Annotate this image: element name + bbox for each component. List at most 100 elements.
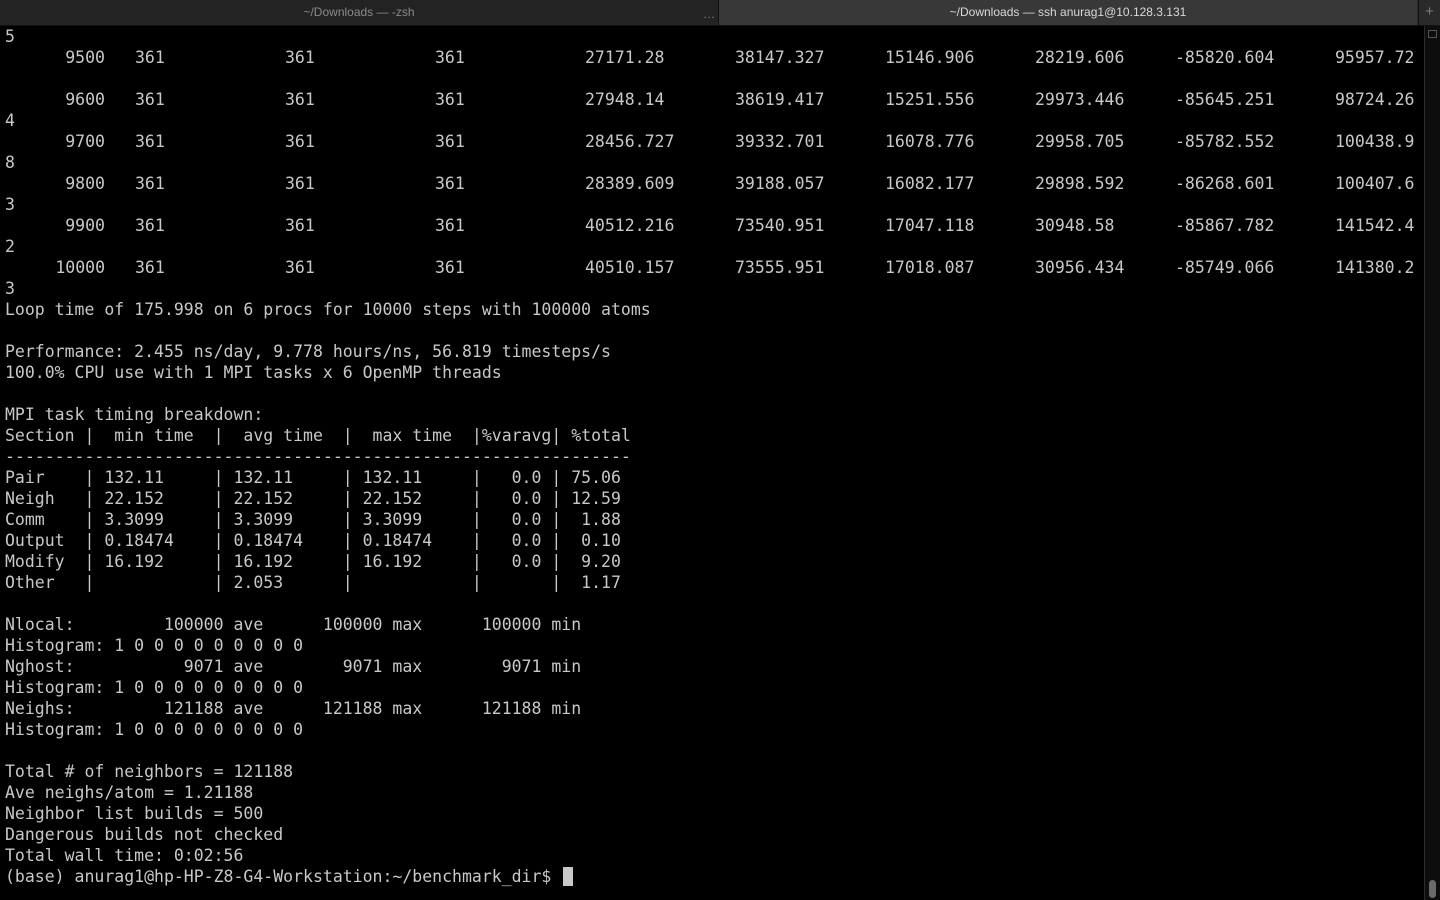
wrapped-digit: 8 xyxy=(5,153,15,172)
thermo-cell-v3: 17018.087 xyxy=(885,258,975,277)
thermo-cell-v5: -85749.066 xyxy=(1175,258,1275,277)
thermo-row: 9500 361 361 361 27171.28 38147.327 15146.906 2… xyxy=(5,47,1414,68)
output-line: Neighs: 121188 ave 121188 max 121188 min xyxy=(5,699,582,718)
thermo-cell-v6: 141380.2 xyxy=(1335,258,1415,277)
output-line: Histogram: 1 0 0 0 0 0 0 0 0 0 xyxy=(5,678,304,697)
thermo-cell-c3: 361 xyxy=(435,258,465,277)
thermo-cell-v6: 95957.72 xyxy=(1335,48,1415,67)
scrollbar[interactable] xyxy=(1424,26,1440,900)
thermo-cell-v4: 29958.705 xyxy=(1035,132,1125,151)
thermo-cell-v2: 73540.951 xyxy=(735,216,825,235)
output-line: Dangerous builds not checked xyxy=(5,825,284,844)
wrapped-digit: 2 xyxy=(5,237,15,256)
thermo-row: 10000 361 361 361 40510.157 73555.951 17018.08… xyxy=(5,257,1414,278)
output-line: Neigh | 22.152 | 22.152 | 22.152 | 0.0 |… xyxy=(5,489,621,508)
thermo-cell-step: 9500 xyxy=(65,48,105,67)
thermo-cell-v1: 27171.28 xyxy=(585,48,665,67)
thermo-cell-step: 9700 xyxy=(65,132,105,151)
scrollbar-thumb[interactable] xyxy=(1429,880,1436,898)
thermo-cell-v1: 28456.727 xyxy=(585,132,675,151)
thermo-cell-v3: 16082.177 xyxy=(885,174,975,193)
prompt-text: (base) anurag1@hp-HP-Z8-G4-Workstation:~… xyxy=(5,867,562,886)
terminal-output[interactable]: 5 9500 361 361 361 27171.28 38147.327 15146.906… xyxy=(0,26,1424,900)
output-line: Section | min time | avg time | max time… xyxy=(5,426,631,445)
wrapped-digit xyxy=(5,68,651,89)
thermo-cell-v1: 27948.14 xyxy=(585,90,665,109)
shell-prompt[interactable]: (base) anurag1@hp-HP-Z8-G4-Workstation:~… xyxy=(5,866,651,887)
output-line: Pair | 132.11 | 132.11 | 132.11 | 0.0 | … xyxy=(5,468,621,487)
thermo-cell-step: 10000 xyxy=(55,258,105,277)
thermo-cell-v4: 29898.592 xyxy=(1035,174,1125,193)
text-cursor xyxy=(563,867,574,886)
thermo-cell-c3: 361 xyxy=(435,90,465,109)
wrapped-digit: 3 xyxy=(5,195,15,214)
output-line: Total # of neighbors = 121188 xyxy=(5,762,294,781)
thermo-cell-c1: 361 xyxy=(135,90,165,109)
output-line: ----------------------------------------… xyxy=(5,447,631,466)
thermo-cell-v2: 73555.951 xyxy=(735,258,825,277)
scroll-indicator-icon xyxy=(1428,30,1437,38)
tab-bar: ~/Downloads — -zsh … ~/Downloads — ssh a… xyxy=(0,0,1440,26)
thermo-cell-v2: 39188.057 xyxy=(735,174,825,193)
thermo-cell-c2: 361 xyxy=(285,132,315,151)
thermo-cell-c2: 361 xyxy=(285,216,315,235)
thermo-cell-c3: 361 xyxy=(435,132,465,151)
thermo-cell-step: 9800 xyxy=(65,174,105,193)
output-line: MPI task timing breakdown: xyxy=(5,405,264,424)
thermo-cell-v6: 141542.4 xyxy=(1335,216,1415,235)
thermo-cell-v5: -85645.251 xyxy=(1175,90,1275,109)
output-line: Histogram: 1 0 0 0 0 0 0 0 0 0 xyxy=(5,636,304,655)
thermo-cell-v2: 39332.701 xyxy=(735,132,825,151)
terminal-lines: 5 9500 361 361 361 27171.28 38147.327 15146.906… xyxy=(5,26,1414,887)
thermo-cell-v3: 15146.906 xyxy=(885,48,975,67)
wrapped-digit: 3 xyxy=(5,279,15,298)
thermo-cell-v4: 28219.606 xyxy=(1035,48,1125,67)
thermo-row: 9900 361 361 361 40512.216 73540.951 17047.118… xyxy=(5,215,1414,236)
thermo-cell-v5: -86268.601 xyxy=(1175,174,1275,193)
thermo-cell-v1: 28389.609 xyxy=(585,174,675,193)
thermo-cell-v2: 38147.327 xyxy=(735,48,825,67)
thermo-cell-v6: 100438.9 xyxy=(1335,132,1415,151)
thermo-cell-v3: 17047.118 xyxy=(885,216,975,235)
thermo-cell-v1: 40512.216 xyxy=(585,216,675,235)
thermo-cell-c3: 361 xyxy=(435,216,465,235)
thermo-cell-c1: 361 xyxy=(135,216,165,235)
new-tab-button[interactable]: + xyxy=(1418,0,1440,25)
output-line: Other | | 2.053 | | | 1.17 xyxy=(5,573,621,592)
wrapped-digit: 4 xyxy=(5,111,15,130)
output-line: Ave neighs/atom = 1.21188 xyxy=(5,783,254,802)
thermo-cell-v5: -85820.604 xyxy=(1175,48,1275,67)
output-line: Comm | 3.3099 | 3.3099 | 3.3099 | 0.0 | … xyxy=(5,510,621,529)
thermo-cell-c3: 361 xyxy=(435,174,465,193)
thermo-cell-c1: 361 xyxy=(135,48,165,67)
thermo-cell-c2: 361 xyxy=(285,174,315,193)
wrapped-digit: 5 xyxy=(5,27,15,46)
thermo-cell-v5: -85867.782 xyxy=(1175,216,1275,235)
thermo-cell-c3: 361 xyxy=(435,48,465,67)
tab-ssh[interactable]: ~/Downloads — ssh anurag1@10.128.3.131 xyxy=(719,0,1417,25)
thermo-cell-v5: -85782.552 xyxy=(1175,132,1275,151)
thermo-row: 9700 361 361 361 28456.727 39332.701 16078.776… xyxy=(5,131,1414,152)
thermo-cell-v6: 98724.26 xyxy=(1335,90,1415,109)
thermo-cell-v3: 15251.556 xyxy=(885,90,975,109)
output-line: 100.0% CPU use with 1 MPI tasks x 6 Open… xyxy=(5,363,502,382)
thermo-row: 9600 361 361 361 27948.14 38619.417 15251.556 2… xyxy=(5,89,1414,110)
output-line: Performance: 2.455 ns/day, 9.778 hours/n… xyxy=(5,342,611,361)
thermo-cell-v4: 30956.434 xyxy=(1035,258,1125,277)
thermo-cell-v3: 16078.776 xyxy=(885,132,975,151)
tab-overflow-icon[interactable]: … xyxy=(700,0,718,25)
output-line: Nlocal: 100000 ave 100000 max 100000 min xyxy=(5,615,582,634)
thermo-cell-c1: 361 xyxy=(135,258,165,277)
thermo-cell-c1: 361 xyxy=(135,174,165,193)
output-line: Output | 0.18474 | 0.18474 | 0.18474 | 0… xyxy=(5,531,621,550)
output-line: Nghost: 9071 ave 9071 max 9071 min xyxy=(5,657,582,676)
thermo-cell-v2: 38619.417 xyxy=(735,90,825,109)
output-line: Modify | 16.192 | 16.192 | 16.192 | 0.0 … xyxy=(5,552,621,571)
thermo-cell-v6: 100407.6 xyxy=(1335,174,1415,193)
tab-zsh[interactable]: ~/Downloads — -zsh xyxy=(0,0,718,25)
thermo-cell-c2: 361 xyxy=(285,90,315,109)
thermo-cell-c2: 361 xyxy=(285,258,315,277)
